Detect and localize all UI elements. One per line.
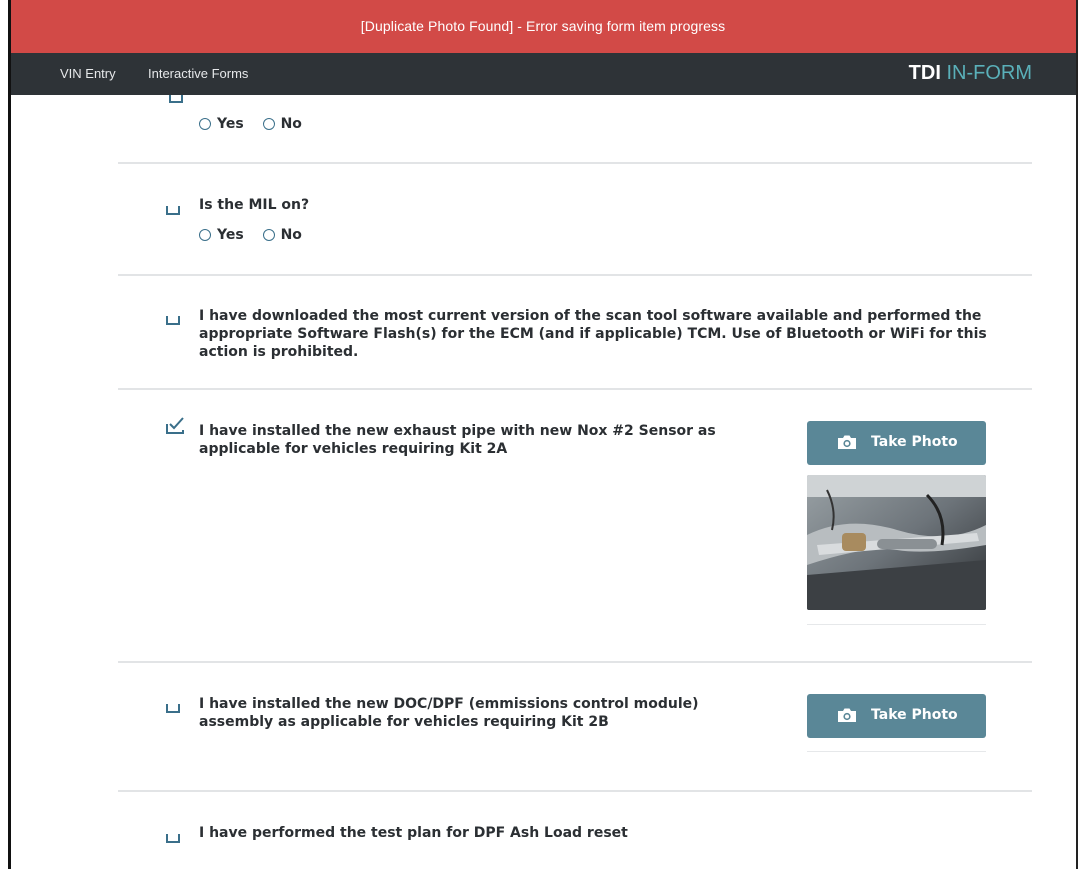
radio-no[interactable]: No: [262, 227, 302, 243]
radio-no[interactable]: No: [262, 116, 302, 132]
section-divider: [118, 790, 1032, 792]
section-divider: [118, 388, 1032, 390]
checkbox-empty-icon[interactable]: [165, 311, 181, 327]
take-photo-button-doc-dpf[interactable]: Take Photo: [807, 694, 986, 738]
checkbox-checked-icon[interactable]: [165, 416, 185, 436]
radio-circle-icon: [262, 118, 275, 130]
section-divider: [118, 274, 1032, 276]
nav-item-interactive-forms[interactable]: Interactive Forms: [148, 66, 248, 81]
take-photo-label: Take Photo: [871, 707, 958, 723]
radio-circle-icon: [199, 118, 211, 130]
radio-circle-icon: [262, 229, 275, 241]
radio-group-modifications: Yes No: [199, 116, 316, 132]
take-photo-label: Take Photo: [871, 434, 958, 450]
error-message: [Duplicate Photo Found] - Error saving f…: [360, 18, 726, 34]
section-divider: [118, 162, 1032, 164]
take-photo-button-exhaust[interactable]: Take Photo: [807, 421, 986, 465]
nav-bar: VIN Entry Interactive Forms TDI IN-FORM: [8, 53, 1078, 95]
question-exhaust-pipe: I have installed the new exhaust pipe wi…: [199, 423, 716, 457]
brand-primary: TDI: [908, 62, 941, 84]
question-software-flash: I have downloaded the most current versi…: [199, 308, 987, 360]
app-frame: [Duplicate Photo Found] - Error saving f…: [8, 0, 1078, 869]
nav-item-vin-entry[interactable]: VIN Entry: [60, 66, 116, 81]
radio-yes[interactable]: Yes: [199, 116, 244, 132]
brand-secondary: IN-FORM: [946, 62, 1032, 84]
photo-underline: [807, 751, 986, 752]
photo-underline: [807, 624, 986, 625]
checkbox-empty-icon[interactable]: [168, 95, 184, 105]
question-doc-dpf: I have installed the new DOC/DPF (emmiss…: [199, 696, 699, 730]
camera-icon: [838, 708, 856, 722]
question-mil: Is the MIL on?: [199, 197, 310, 213]
question-dpf-ash-load: I have performed the test plan for DPF A…: [199, 825, 628, 841]
radio-yes[interactable]: Yes: [199, 227, 244, 243]
brand-logo: TDI IN-FORM: [909, 62, 1032, 85]
form-content[interactable]: Yes No Is the MIL on? Yes No I have down…: [8, 95, 1078, 869]
checkbox-empty-icon[interactable]: [165, 201, 181, 217]
camera-icon: [838, 435, 856, 449]
exhaust-photo-thumbnail[interactable]: [807, 475, 986, 610]
radio-group-mil: Yes No: [199, 227, 316, 243]
frame-border-left: [8, 0, 11, 869]
checkbox-empty-icon[interactable]: [165, 829, 181, 845]
error-banner: [Duplicate Photo Found] - Error saving f…: [8, 0, 1078, 53]
checkbox-empty-icon[interactable]: [165, 699, 181, 715]
section-divider: [118, 661, 1032, 663]
radio-circle-icon: [199, 229, 211, 241]
